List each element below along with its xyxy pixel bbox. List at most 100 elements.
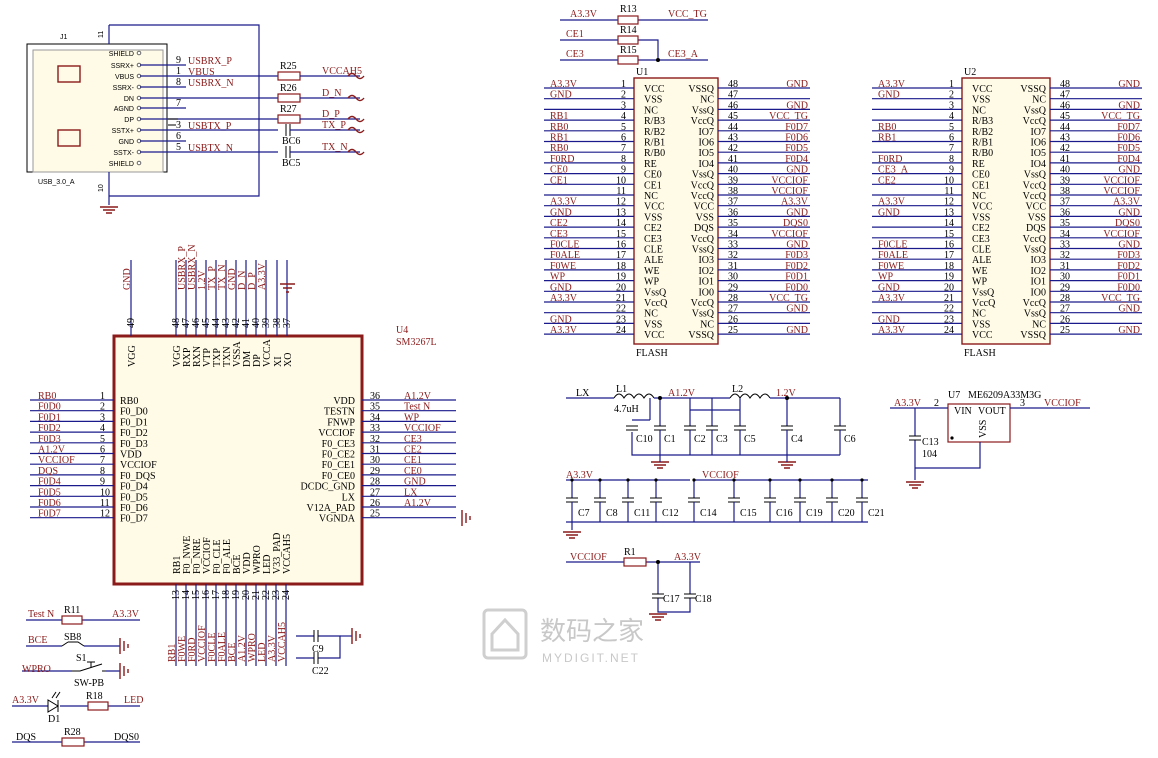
- u4-part: SM3267L: [396, 337, 437, 348]
- u4-right-pin-name: VCCIOF: [318, 428, 355, 439]
- flash-left-pin-name: WE: [644, 266, 660, 277]
- u4-left-pin-num: 11: [100, 498, 110, 509]
- u4-top-pin-name: VCCA: [262, 338, 273, 367]
- c18: C18: [695, 594, 712, 605]
- c17: C17: [663, 594, 680, 605]
- flash-right-net: F0D2: [1117, 261, 1140, 272]
- testn-net: Test N: [28, 609, 54, 620]
- flash-left-pin-name: CE1: [644, 180, 662, 191]
- net-a33: A3.3V: [570, 9, 598, 20]
- flash-left-pin-name: CE0: [644, 170, 662, 181]
- flash-right-net: F0D6: [785, 133, 808, 144]
- u4-left-net: F0D2: [38, 423, 61, 434]
- flash-left-pin-name: CE2: [644, 223, 662, 234]
- flash-right-pin-num: 27: [1060, 304, 1070, 315]
- flash-right-pin-name: NC: [1032, 95, 1046, 106]
- flash-left-net: RB1: [878, 133, 896, 144]
- flash-left-pin-name: RE: [644, 159, 657, 170]
- top-resistors: A3.3V R13 VCC_TG CE1 R14 CE3 R15 CE3_A: [560, 4, 708, 65]
- u4-left-net: F0D1: [38, 412, 61, 423]
- flash-right-pin-name: VccQ: [691, 180, 715, 191]
- u4-top-pin-num: 49: [126, 318, 137, 328]
- flash-right-pin-name: NC: [700, 319, 714, 330]
- cap-ref: C15: [740, 508, 757, 519]
- usb-cap-ref: BC6: [282, 136, 300, 147]
- u7-in-net: A3.3V: [894, 398, 922, 409]
- flash-left-pin-num: 8: [949, 154, 954, 165]
- flash-right-pin-num: 44: [728, 122, 738, 133]
- usb-resistor: [277, 71, 301, 81]
- flash-right-net: F0D0: [1117, 282, 1140, 293]
- u4-left-net: F0D5: [38, 487, 61, 498]
- flash-right-pin-num: 46: [1060, 100, 1070, 111]
- cap-ref: C19: [806, 508, 823, 519]
- flash-right-pin-name: IO3: [698, 255, 714, 266]
- flash-left-net: RB1: [550, 111, 568, 122]
- u4-right-pin-name: F0_CE3: [322, 439, 355, 450]
- u4-left-net: F0D6: [38, 498, 61, 509]
- flash-right-pin-name: IO4: [1030, 159, 1046, 170]
- d1: D1: [48, 714, 60, 725]
- power-section: LX L1 4.7uH A1.2V L2 1.2V C10 C1 C2 C3 C5 C4 C…: [563, 384, 1090, 621]
- r1-net-right: A3.3V: [674, 552, 702, 563]
- cap-ref: C20: [838, 508, 855, 519]
- u4-right-pin-num: 30: [370, 455, 380, 466]
- flash-right-pin-name: IO1: [698, 277, 714, 288]
- flash-right-pin-name: VccQ: [691, 234, 715, 245]
- flash-right-net: F0D4: [785, 154, 808, 165]
- flash-right-pin-num: 39: [1060, 175, 1070, 186]
- u4-right-net: Test N: [404, 402, 430, 413]
- schematic-canvas: 数码之家 MYDIGIT.NET J1 USB_3.0_A SHIELD SSRX…: [0, 0, 1158, 758]
- flash-right-net: F0D5: [785, 143, 808, 154]
- flash-right-net: VCC_TG: [769, 293, 808, 304]
- flash-right-pin-name: VSS: [696, 212, 714, 223]
- flash-right-net: F0D7: [785, 122, 808, 133]
- decoupling-capacitor: [650, 497, 662, 503]
- flash-left-net: RB0: [550, 143, 568, 154]
- decoupling-capacitor: [734, 425, 746, 431]
- flash-left-pin-num: 1: [949, 79, 954, 90]
- u4-left-net: RB0: [38, 391, 56, 402]
- decoupling-capacitor: [794, 497, 806, 503]
- u4-left-net: A1.2V: [38, 445, 66, 456]
- svg-text:10: 10: [98, 184, 105, 192]
- flash-right-pin-name: IO5: [1030, 148, 1046, 159]
- flash-right-net: GND: [786, 304, 808, 315]
- s1: S1: [76, 653, 87, 664]
- cap-ref: C3: [716, 434, 728, 445]
- flash-left-pin-name: R/B3: [644, 116, 665, 127]
- flash-right-pin-num: 45: [728, 111, 738, 122]
- cap-ref: C21: [868, 508, 885, 519]
- flash-left-pin-num: 11: [944, 186, 954, 197]
- u4-left-pin-num: 12: [100, 509, 110, 520]
- u4-left-pin-num: 8: [100, 466, 105, 477]
- flash-left-pin-name: CE0: [972, 170, 990, 181]
- u4-right-net: GND: [404, 477, 426, 488]
- flash-right-net: GND: [786, 165, 808, 176]
- flash-left-net: F0ALE: [550, 250, 580, 261]
- flash-left-pin-num: 21: [616, 293, 626, 304]
- flash-right-net: GND: [786, 240, 808, 251]
- usb-pin-num: 3: [176, 120, 181, 131]
- flash-left-pin-num: 6: [949, 133, 954, 144]
- flash-left-net: CE3_A: [878, 165, 909, 176]
- u4-left-net: DQS: [38, 466, 58, 477]
- u4-left-net: F0D0: [38, 402, 61, 413]
- cap-ref: C10: [636, 434, 653, 445]
- flash-left-net: GND: [550, 314, 572, 325]
- svg-text:2: 2: [934, 398, 939, 409]
- u7-vin: VIN: [954, 406, 972, 417]
- flash-right-pin-num: 26: [728, 314, 738, 325]
- flash-left-net: A3.3V: [878, 325, 906, 336]
- flash-left-pin-num: 15: [944, 229, 954, 240]
- flash-left-pin-name: R/B2: [644, 127, 665, 138]
- flash-left-pin-name: CLE: [972, 245, 991, 256]
- flash-left-pin-name: WP: [644, 277, 659, 288]
- net-vcctg: VCC_TG: [668, 9, 707, 20]
- flash-right-pin-name: VssQ: [692, 245, 715, 256]
- r1: R1: [624, 547, 636, 558]
- flash-left-pin-num: 3: [949, 100, 954, 111]
- dqs0-net: DQS0: [114, 732, 139, 743]
- flash-left-pin-name: NC: [644, 105, 658, 116]
- flash-right-pin-name: IO2: [698, 266, 714, 277]
